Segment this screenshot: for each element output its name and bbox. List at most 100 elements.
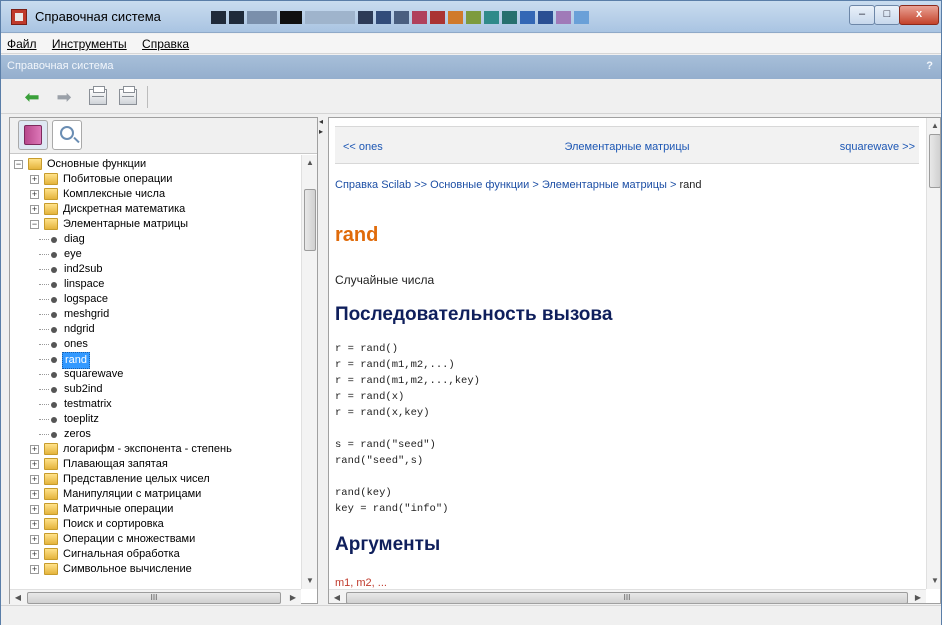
tree-connector [39,434,49,435]
tree-leaf-item[interactable]: ndgrid [10,322,301,337]
tree-item-label: meshgrid [64,308,110,320]
tree-leaf-item[interactable]: sub2ind [10,382,301,397]
tree-horizontal-scrollbar[interactable]: ◀ III ▶ [10,589,301,605]
minimize-button[interactable]: – [849,5,875,25]
tree-folder-item[interactable]: + Операции с множествами [10,532,301,547]
breadcrumb-link[interactable]: Элементарные матрицы [542,179,667,191]
bullet-icon [51,402,57,408]
menu-help[interactable]: Справка [136,34,195,51]
tree-folder-item[interactable]: + логарифм - экспонента - степень [10,442,301,457]
scroll-thumb[interactable]: III [27,592,281,604]
printer-icon[interactable] [87,86,109,108]
scroll-thumb[interactable] [304,189,316,251]
collapse-icon[interactable]: − [30,220,39,229]
tree-folder-item[interactable]: + Комплексные числа [10,187,301,202]
maximize-button[interactable]: □ [874,5,900,25]
tree-leaf-item[interactable]: diag [10,232,301,247]
book-icon[interactable] [18,120,48,150]
tree-leaf-item[interactable]: ones [10,337,301,352]
content-horizontal-scrollbar[interactable]: ◀ III ▶ [329,589,926,603]
contents-tree: − Основные функции + Побитовые операции + Ком… [10,155,301,589]
content-vertical-scrollbar[interactable]: ▲ ▼ [926,118,940,589]
tree-vertical-scrollbar[interactable]: ▲ ▼ [301,155,317,589]
nav-section-link[interactable]: Элементарные матрицы [335,141,919,153]
breadcrumb-link[interactable]: Основные функции [430,179,529,191]
code-line: rand("seed",s) [335,455,424,467]
tree-folder-item[interactable]: + Поиск и сортировка [10,517,301,532]
navigator-panel: − Основные функции + Побитовые операции + Ком… [9,117,318,605]
tree-folder-item[interactable]: + Сигнальная обработка [10,547,301,562]
menu-file[interactable]: Файл [1,34,43,51]
tree-item-label: Элементарные матрицы [63,218,189,230]
magnifier-icon[interactable] [52,120,82,150]
breadcrumb-link[interactable]: Справка Scilab [335,179,411,191]
expand-icon[interactable]: + [30,205,39,214]
expand-icon[interactable]: + [30,490,39,499]
tree-leaf-item[interactable]: squarewave [10,367,301,382]
expand-icon[interactable]: + [30,520,39,529]
collapse-icon[interactable]: − [14,160,23,169]
tree-leaf-item[interactable]: eye [10,247,301,262]
tree-leaf-item-selected[interactable]: rand [10,352,301,369]
tree-folder-item[interactable]: + Матричные операции [10,502,301,517]
expand-icon[interactable]: + [30,550,39,559]
tree-folder-item[interactable]: + Плавающая запятая [10,457,301,472]
scroll-right-icon[interactable]: ▶ [910,590,926,603]
menu-tools[interactable]: Инструменты [46,34,133,51]
tree-folder-item[interactable]: + Представление целых чисел [10,472,301,487]
nav-prev-link[interactable]: << ones [343,141,383,153]
tree-folder-item[interactable]: + Побитовые операции [10,172,301,187]
scroll-thumb[interactable] [929,134,940,188]
close-button[interactable]: x [899,5,939,25]
expand-icon[interactable]: + [30,505,39,514]
tree-item-label: Операции с множествами [63,533,196,545]
page-setup-icon[interactable] [117,86,139,108]
expand-icon[interactable]: + [30,460,39,469]
tree-folder-item[interactable]: + Дискретная математика [10,202,301,217]
tree-item-label: Комплексные числа [63,188,166,200]
title-bar[interactable]: Справочная система – □ x [1,1,941,33]
tree-leaf-item[interactable]: toeplitz [10,412,301,427]
folder-icon [44,473,58,485]
scroll-thumb[interactable]: III [346,592,908,603]
tree-folder-item[interactable]: + Символьное вычисление [10,562,301,577]
page-title: rand [335,224,379,246]
panel-splitter[interactable] [319,117,327,604]
scroll-up-icon[interactable]: ▲ [302,155,318,171]
tree-leaf-item[interactable]: linspace [10,277,301,292]
tree-folder-item[interactable]: − Основные функции [10,157,301,172]
tree-item-label: Поиск и сортировка [63,518,164,530]
tree-item-label: testmatrix [64,398,112,410]
tree-leaf-item[interactable]: logspace [10,292,301,307]
scroll-right-icon[interactable]: ▶ [285,590,301,606]
scroll-left-icon[interactable]: ◀ [10,590,26,606]
tree-item-label: linspace [64,278,105,290]
tree-item-label: sub2ind [64,383,103,395]
back-arrow-icon[interactable]: ⬅ [21,86,43,108]
scroll-left-icon[interactable]: ◀ [329,590,345,603]
expand-icon[interactable]: + [30,475,39,484]
scroll-up-icon[interactable]: ▲ [927,118,940,134]
expand-icon[interactable]: + [30,565,39,574]
tree-leaf-item[interactable]: zeros [10,427,301,442]
tree-item-label: Манипуляции с матрицами [63,488,202,500]
tree-leaf-item[interactable]: testmatrix [10,397,301,412]
tree-connector [39,404,49,405]
toolbar: ⬅ ➡ [1,80,941,114]
forward-arrow-icon[interactable]: ➡ [53,86,75,108]
tree-leaf-item[interactable]: meshgrid [10,307,301,322]
scroll-down-icon[interactable]: ▼ [302,573,318,589]
scroll-down-icon[interactable]: ▼ [927,573,940,589]
tree-item-label: ndgrid [64,323,95,335]
bullet-icon [51,327,57,333]
expand-icon[interactable]: + [30,535,39,544]
tree-leaf-item[interactable]: ind2sub [10,262,301,277]
expand-icon[interactable]: + [30,190,39,199]
tree-folder-item[interactable]: − Элементарные матрицы [10,217,301,232]
scilab-app-icon [11,9,27,25]
expand-icon[interactable]: + [30,445,39,454]
nav-next-link[interactable]: squarewave >> [840,141,915,153]
tree-folder-item[interactable]: + Манипуляции с матрицами [10,487,301,502]
panel-help-button[interactable]: ? [926,60,933,72]
expand-icon[interactable]: + [30,175,39,184]
